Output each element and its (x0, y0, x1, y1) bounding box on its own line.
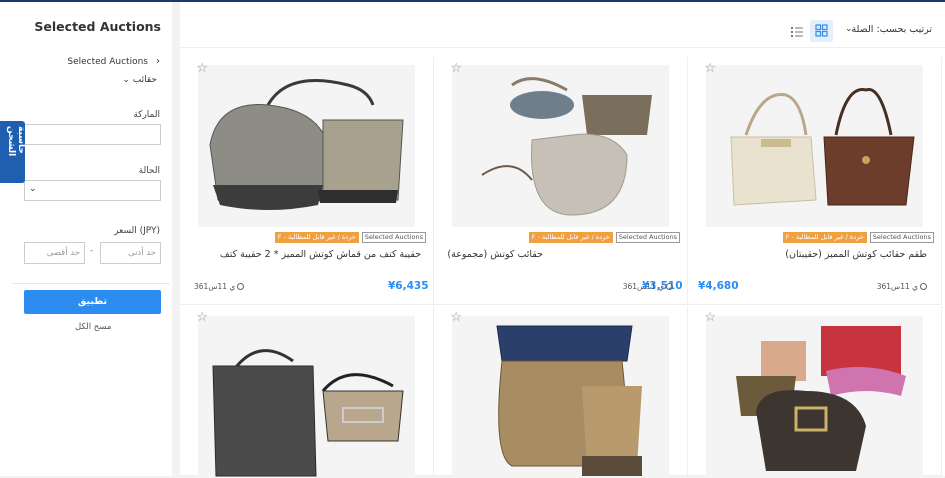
sidebar-title: Selected Auctions (34, 19, 161, 34)
time-left: 361ي 11س (194, 282, 245, 291)
product-tags: F - خردة / غير قابل للمطالبة Selected Au… (782, 232, 934, 243)
star-icon[interactable]: ☆ (450, 61, 462, 76)
product-image[interactable] (452, 65, 669, 227)
time-left: 361ي 11س (877, 282, 927, 291)
price-label: السعر (JPY) (114, 226, 160, 236)
selected-auctions-tag: Selected Auctions (361, 232, 426, 243)
sort-bar: ترتيب بحسب: الصلة ⌄ (180, 2, 945, 48)
product-price: ¥6,435 (388, 280, 429, 292)
bags-photo (198, 316, 415, 478)
product-card[interactable]: ☆ F - خردة / غير قابل للمطالبة Selected … (434, 57, 688, 305)
product-card[interactable]: ☆ (688, 306, 942, 478)
star-icon[interactable]: ☆ (704, 310, 716, 325)
grid-icon (815, 24, 828, 37)
price-min-input[interactable]: حد أدنى (100, 242, 161, 264)
brand-input[interactable] (24, 124, 161, 145)
sort-dropdown[interactable]: ترتيب بحسب: الصلة (851, 24, 932, 35)
category-label: حقائب (132, 75, 157, 85)
bags-photo (706, 316, 923, 478)
product-image[interactable] (198, 316, 415, 478)
divider (12, 283, 170, 284)
product-tags: F - خردة / غير قابل للمطالبة Selected Au… (274, 232, 426, 243)
product-card[interactable]: ☆ F - خردة / غير قابل للمطالبة Selected … (180, 57, 434, 305)
category-item-bags[interactable]: حقائب ⌄ (122, 75, 157, 85)
product-card[interactable]: ☆ (180, 306, 434, 478)
star-icon[interactable]: ☆ (450, 310, 462, 325)
brand-label: الماركة (133, 110, 160, 120)
rank-tag: F - خردة / غير قابل للمطالبة (782, 232, 867, 243)
star-icon[interactable]: ☆ (196, 310, 208, 325)
filter-sidebar: Selected Auctions Selected Auctions › حق… (0, 2, 172, 476)
list-icon (791, 27, 803, 37)
star-icon[interactable]: ☆ (196, 61, 208, 76)
chevron-right-icon: › (156, 56, 160, 67)
product-title[interactable]: طقم حقائب كوتش المميز (حقيبتان) (785, 249, 927, 260)
product-image[interactable] (706, 316, 923, 478)
product-image[interactable] (706, 65, 923, 227)
results-panel: ترتيب بحسب: الصلة ⌄ ☆ F - خردة / غير قاب… (180, 2, 945, 478)
selected-auctions-tag: Selected Auctions (869, 232, 934, 243)
product-card[interactable]: ☆ (434, 306, 688, 478)
apply-button[interactable]: تطبيق (24, 290, 161, 314)
chevron-down-icon: ⌄ (29, 184, 37, 194)
product-tags: F - خردة / غير قابل للمطالبة Selected Au… (528, 232, 680, 243)
chevron-down-icon: ⌄ (845, 24, 853, 34)
clock-icon (666, 283, 673, 290)
selected-auctions-tag: Selected Auctions (615, 232, 680, 243)
product-title[interactable]: حقائب كوتش (مجموعة) (447, 249, 543, 260)
time-left-text: 361ي 11س (876, 282, 918, 291)
price-separator: - (90, 246, 94, 256)
bags-photo (198, 65, 415, 227)
rank-tag: F - خردة / غير قابل للمطالبة (528, 232, 613, 243)
grid-view-button[interactable] (810, 20, 833, 42)
product-image[interactable] (452, 316, 669, 478)
product-image[interactable] (198, 65, 415, 227)
rank-tag: F - خردة / غير قابل للمطالبة (274, 232, 359, 243)
bags-photo (452, 316, 669, 478)
time-left: 361ي 11س (623, 282, 673, 291)
product-price: ¥4,680 (698, 280, 739, 292)
list-view-button[interactable] (790, 24, 804, 38)
clock-icon (920, 283, 927, 290)
condition-select[interactable]: ⌄ (24, 180, 161, 201)
clear-all-link[interactable]: مسح الكل (75, 322, 111, 332)
time-left-text: 361ي 11س (194, 282, 236, 291)
price-max-input[interactable]: حد أقصى (24, 242, 85, 264)
time-left-text: 361ي 11س (622, 282, 664, 291)
product-card[interactable]: ☆ F - خردة / غير قابل للمطالبة Selected … (688, 57, 942, 305)
bags-photo (706, 65, 923, 227)
shipping-calculator-tab[interactable]: حاسبة الشحن (0, 121, 26, 183)
bags-photo (452, 65, 669, 227)
product-title[interactable]: حقيبة كتف من قماش كوتش المميز * 2 حقيبة … (220, 249, 421, 260)
chevron-down-icon: ⌄ (122, 75, 130, 85)
clock-icon (237, 283, 245, 290)
shipping-calculator-label: حاسبة الشحن (6, 126, 26, 157)
category-breadcrumb[interactable]: Selected Auctions (67, 57, 148, 67)
star-icon[interactable]: ☆ (704, 61, 716, 76)
condition-label: الحالة (138, 166, 160, 176)
